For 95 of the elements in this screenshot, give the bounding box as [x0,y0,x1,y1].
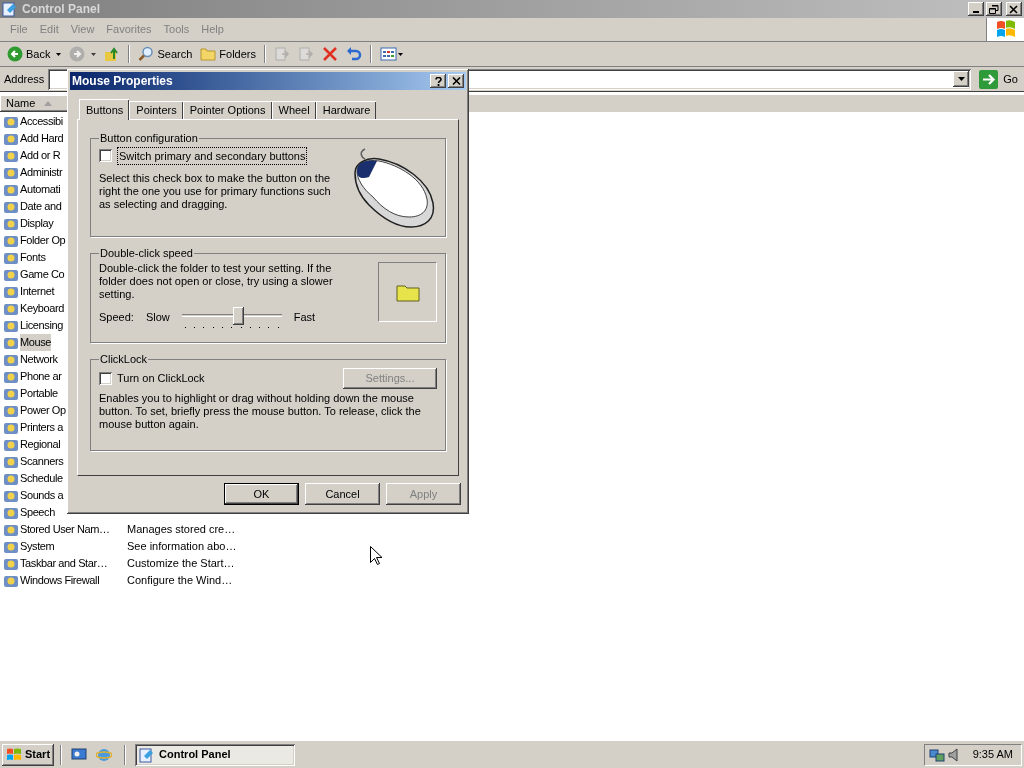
tab[interactable]: Pointers [129,101,183,119]
close-button[interactable] [448,74,464,88]
folder-up-icon [104,46,121,62]
windows-flag-icon [994,19,1017,40]
back-button[interactable]: Back [4,43,65,65]
minimize-icon [973,11,979,13]
item-name[interactable]: Portable [20,385,58,402]
description-text: Enables you to highlight or drag without holding down the mouse button. To set, briefly press the mouse button. To release, click the mouse button again. [99,391,422,431]
item-name[interactable]: Regional [20,436,61,453]
search-icon [138,46,155,62]
close-icon [1009,4,1019,14]
close-icon [451,77,461,85]
item-name[interactable]: Schedule [20,470,63,487]
group-title: Button configuration [99,131,199,146]
item-name[interactable]: Printers a [20,419,64,436]
folders-button[interactable]: Folders [197,43,259,65]
speed-label: Speed: [99,309,134,325]
item-name[interactable]: Scanners [20,453,64,470]
item-name[interactable]: Stored User Nam… [20,521,110,538]
item-name[interactable]: Add or R [20,147,61,164]
item-description: Configure the Wind… [127,573,233,589]
minimize-button[interactable] [968,2,984,16]
item-name[interactable]: Internet [20,283,55,300]
group-title: Double-click speed [99,246,194,261]
fast-label: Fast [293,309,316,325]
dialog-title: Mouse Properties [72,73,174,90]
dropdown-button[interactable] [953,71,970,87]
group-title: ClickLock [99,352,149,367]
item-description: Customize the Start… [127,556,235,572]
item-name[interactable]: Game Co [20,266,65,283]
item-name[interactable]: Administr [20,164,63,181]
dropdown-arrow-icon [957,77,965,81]
dialog-button[interactable]: Cancel [305,483,380,505]
description-text: Select this check box to make the button on the right the one you use for primary functions such as selecting and dragging. [99,172,332,211]
item-name[interactable]: Display [20,215,54,232]
control-panel-icon [2,1,18,17]
item-name[interactable]: Network [20,351,58,368]
item-name[interactable]: Phone ar [20,368,62,385]
slow-label: Slow [145,309,170,325]
dialog-button[interactable]: OK [224,483,299,505]
item-description: See information abo… [127,539,237,555]
item-name[interactable]: Fonts [20,249,46,266]
checkbox[interactable] [99,149,112,163]
tab[interactable]: Hardware [315,101,377,119]
taskbar-button[interactable]: Control Panel [135,743,296,766]
checkbox[interactable] [99,371,112,385]
desktop-icon [71,746,88,763]
item-name[interactable]: Speech [20,504,55,521]
views-icon [380,46,404,62]
help-button[interactable] [430,74,446,88]
item-name[interactable]: Automati [20,181,61,198]
help-icon [434,76,442,86]
address-label: Address [4,71,45,87]
checkbox-label[interactable]: Switch primary and secondary buttons [117,146,308,165]
search-button[interactable]: Search [135,43,196,65]
tab[interactable]: Wheel [271,101,316,119]
item-name[interactable]: Power Op [20,402,66,419]
caret-icon [56,52,62,56]
tab[interactable]: Pointer Options [182,101,272,119]
item-name[interactable]: Licensing [20,317,63,334]
undo-icon [346,46,362,62]
item-name[interactable]: System [20,538,55,555]
folder-icon [200,46,217,62]
item-name[interactable]: Taskbar and Star… [20,555,108,572]
move-to-icon [274,46,290,62]
sort-arrow-icon [44,101,53,106]
delete-icon [322,46,338,62]
control-panel-icon [139,746,156,763]
go-button[interactable]: Go [979,69,1018,89]
window-title: Control Panel [22,1,101,18]
restore-button[interactable] [986,2,1002,16]
test-area[interactable] [378,261,437,322]
checkbox-label[interactable]: Turn on ClickLock [117,369,205,387]
close-button[interactable] [1006,2,1022,16]
description-text: Double-click the folder to test your setting. If the folder does not open or close, try using a slower setting. [99,261,334,301]
item-name[interactable]: Date and [20,198,62,215]
windows-flag-icon [6,747,22,762]
network-icon [928,746,945,763]
tab[interactable]: Buttons [79,99,130,120]
start-button[interactable]: Start [2,743,55,766]
item-name[interactable]: Mouse [20,334,52,351]
item-name[interactable]: Add Hard [20,130,64,147]
item-name[interactable]: Keyboard [20,300,64,317]
caret-icon [91,52,97,56]
restore-icon [989,4,999,14]
globe-icon [96,746,113,763]
item-name[interactable]: Accessibi [20,113,63,130]
mouse-cursor-icon [370,546,382,565]
item-description: Manages stored cre… [127,522,236,538]
item-name[interactable]: Folder Op [20,232,66,249]
slider-thumb[interactable] [233,306,245,325]
item-name[interactable]: Windows Firewall [20,572,100,589]
clock: 9:35 AM [972,747,1013,763]
item-name[interactable]: Sounds a [20,487,64,504]
copy-to-icon [298,46,314,62]
